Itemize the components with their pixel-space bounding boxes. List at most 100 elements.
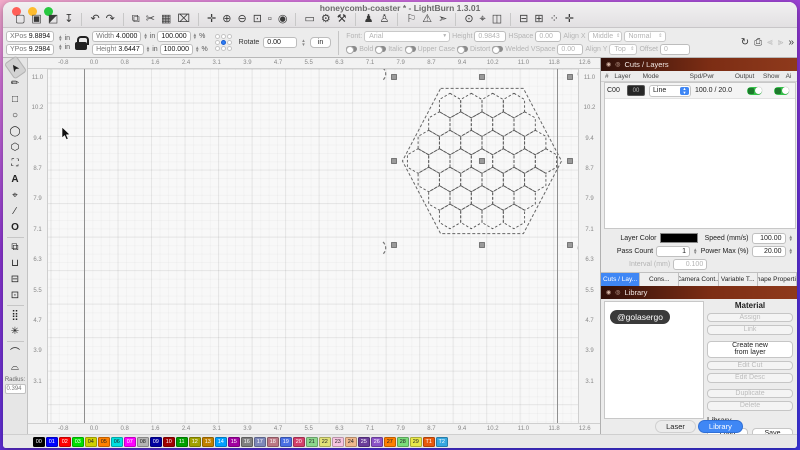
ypos-stepper[interactable]: ▲▼	[58, 44, 62, 50]
panel-close-icon[interactable]: ◉	[606, 61, 611, 68]
vspace-field[interactable]: 0.00	[557, 44, 583, 55]
edit-text-tool[interactable]: A	[6, 172, 25, 187]
save-file-icon[interactable]: ◩	[46, 12, 60, 26]
layer-show-toggle[interactable]	[774, 87, 789, 95]
import-icon[interactable]: ↧	[62, 12, 75, 26]
edit-desc-button[interactable]: Edit Desc	[707, 373, 793, 383]
height-field[interactable]: Height 3.6447	[92, 44, 144, 55]
palette-swatch-03[interactable]: 03	[72, 437, 84, 447]
toolbar-overflow-icon[interactable]: »	[788, 37, 794, 48]
anchor-dot[interactable]	[221, 46, 226, 51]
machine-settings-icon[interactable]: ⚒	[335, 12, 349, 26]
palette-swatch-07[interactable]: 07	[124, 437, 136, 447]
circle-tool[interactable]: ◯	[6, 124, 25, 139]
polygon-tool[interactable]: ⬡	[6, 140, 25, 155]
zoom-to-page-icon[interactable]: ⊡	[251, 12, 264, 26]
link-button[interactable]: Link	[707, 325, 793, 335]
send-icon[interactable]: ➣	[436, 12, 449, 26]
anchor-dot[interactable]	[215, 34, 220, 39]
palette-swatch-T2[interactable]: T2	[436, 437, 448, 447]
anchor-dot-selected[interactable]	[221, 40, 226, 45]
anchor-dot[interactable]	[227, 34, 232, 39]
tab-cons[interactable]: Cons...	[640, 273, 679, 286]
height-stepper[interactable]: ▲▼	[146, 46, 150, 52]
start-icon[interactable]: ⚐	[404, 12, 418, 26]
position-laser-tool[interactable]: ⌖	[6, 188, 25, 203]
layer-color-swatch[interactable]	[660, 233, 698, 243]
units-button[interactable]: in	[310, 37, 331, 48]
rotate-stepper[interactable]: ▲▼	[301, 39, 305, 45]
italic-toggle[interactable]: Italic	[375, 46, 402, 53]
library-entry[interactable]: @golasergo	[610, 310, 670, 324]
anchor-point-grid[interactable]	[215, 34, 232, 51]
library-titlebar[interactable]: ◉ ◎ Library	[601, 286, 797, 299]
boolean-intersect-tool[interactable]: ⊡	[6, 288, 25, 303]
palette-swatch-00[interactable]: 00	[33, 437, 45, 447]
offset-field[interactable]: 0	[660, 44, 690, 55]
speed-stepper[interactable]: ▲▼	[789, 235, 793, 241]
width-percent-stepper[interactable]: ▲▼	[193, 33, 197, 39]
ellipse-tool[interactable]: ○	[6, 108, 25, 123]
push-right-icon[interactable]: ⫸	[778, 37, 784, 48]
radius-field[interactable]: 0.394	[5, 384, 26, 394]
pan-icon[interactable]: ✛	[205, 12, 218, 26]
open-file-icon[interactable]: ▣	[29, 12, 43, 26]
anchor-dot[interactable]	[215, 40, 220, 45]
palette-swatch-09[interactable]: 09	[150, 437, 162, 447]
pass-count-field[interactable]: 1	[656, 246, 690, 257]
create-new-from-layer-button[interactable]: Create newfrom layer	[707, 341, 793, 358]
height-percent-field[interactable]: 100.000	[160, 44, 193, 55]
assign-button[interactable]: Assign	[707, 313, 793, 323]
anchor-dot[interactable]	[227, 46, 232, 51]
palette-swatch-T1[interactable]: T1	[423, 437, 435, 447]
palette-swatch-23[interactable]: 23	[332, 437, 344, 447]
power-max-field[interactable]: 20.00	[752, 246, 786, 257]
pass-count-stepper[interactable]: ▲▼	[693, 248, 697, 254]
palette-swatch-04[interactable]: 04	[85, 437, 97, 447]
material-library-list[interactable]: @golasergo	[604, 301, 704, 420]
tab-variable-t[interactable]: Variable T...	[719, 273, 758, 286]
canvas-workspace[interactable]	[48, 69, 578, 423]
anchor-dot[interactable]	[227, 40, 232, 45]
palette-swatch-05[interactable]: 05	[98, 437, 110, 447]
font-style-select[interactable]: Normal⇕	[624, 31, 666, 42]
lock-aspect-icon[interactable]	[74, 35, 88, 51]
palette-swatch-26[interactable]: 26	[371, 437, 383, 447]
weld-tool[interactable]: ⧉	[6, 240, 25, 255]
interval-field[interactable]: 0.100	[673, 259, 707, 270]
redo-icon[interactable]: ↷	[104, 12, 117, 26]
ypos-field[interactable]: YPos 9.2984	[6, 44, 54, 55]
layer-color-chip[interactable]: 00	[627, 85, 645, 96]
height-percent-stepper[interactable]: ▲▼	[195, 46, 199, 52]
palette-swatch-11[interactable]: 11	[176, 437, 188, 447]
grid-array-tool[interactable]: ⣿	[6, 308, 25, 323]
speed-field[interactable]: 100.00	[752, 233, 786, 244]
user-origin-icon[interactable]: ⌖	[478, 12, 488, 26]
measure-tool[interactable]: ∕	[6, 204, 25, 219]
tab-laser[interactable]: Laser	[655, 420, 696, 433]
palette-swatch-17[interactable]: 17	[254, 437, 266, 447]
palette-swatch-19[interactable]: 19	[280, 437, 292, 447]
align-v-icon[interactable]: ⊞	[532, 12, 545, 26]
palette-swatch-18[interactable]: 18	[267, 437, 279, 447]
honeycomb-pattern[interactable]	[379, 69, 578, 265]
palette-swatch-10[interactable]: 10	[163, 437, 175, 447]
cut-icon[interactable]: ✂	[144, 12, 157, 26]
zoom-in-icon[interactable]: ⊕	[220, 12, 233, 26]
frame-selection-icon[interactable]: ▫	[266, 12, 274, 26]
palette-swatch-02[interactable]: 02	[59, 437, 71, 447]
delete-icon[interactable]: ⌧	[175, 12, 192, 26]
bold-toggle[interactable]: Bold	[346, 46, 373, 53]
palette-swatch-29[interactable]: 29	[410, 437, 422, 447]
print-icon[interactable]: ⎙	[754, 37, 762, 48]
panel-float-icon[interactable]: ◎	[615, 289, 620, 296]
layer-output-toggle[interactable]	[747, 87, 762, 95]
position-target-icon[interactable]: ⊙	[462, 12, 475, 26]
circular-array-tool[interactable]: ✳	[6, 324, 25, 339]
xpos-stepper[interactable]: ▲▼	[58, 35, 62, 41]
frame-warning-icon[interactable]: ⚠	[420, 12, 434, 26]
tab-shape-properti[interactable]: Shape Properti...	[758, 273, 797, 286]
move-laser-icon[interactable]: ♟	[362, 12, 376, 26]
welded-toggle[interactable]: Welded	[492, 46, 529, 53]
width-percent-field[interactable]: 100.000	[157, 31, 190, 42]
